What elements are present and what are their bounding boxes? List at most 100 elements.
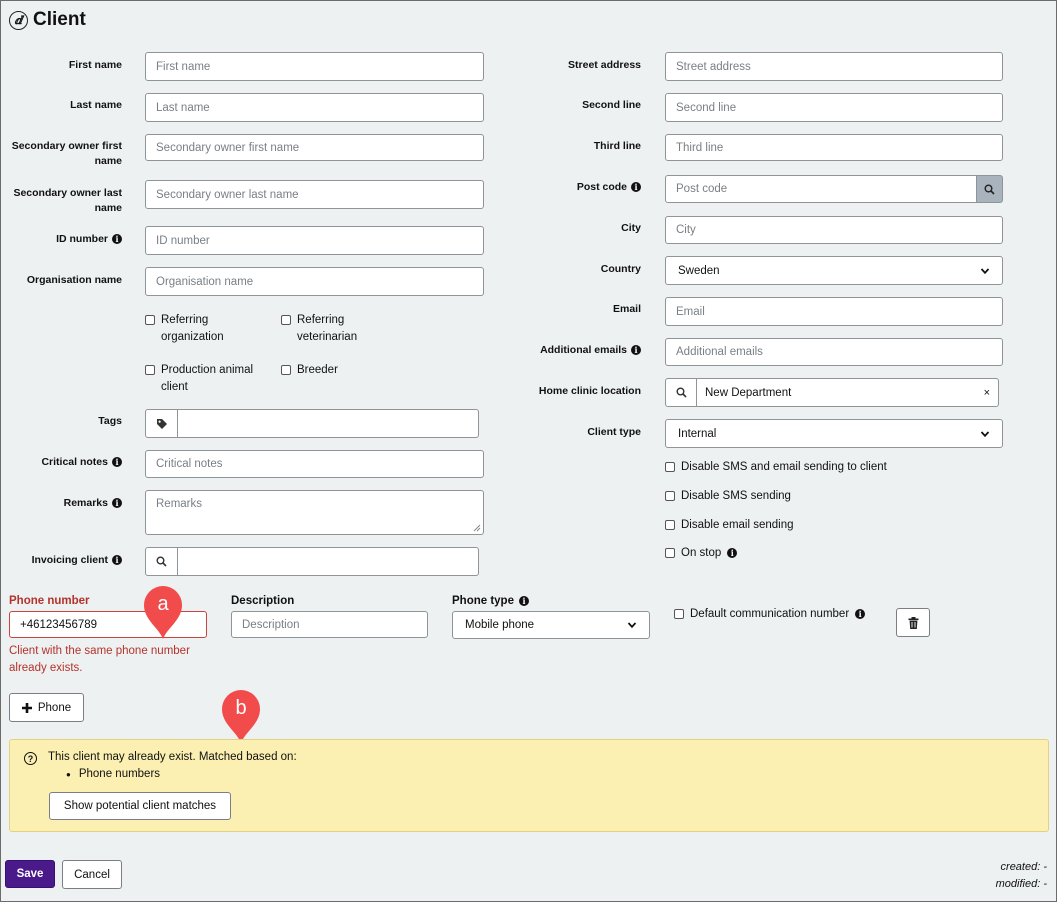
checkbox-box[interactable] bbox=[665, 462, 675, 472]
post-code-search-button[interactable] bbox=[976, 175, 1003, 203]
modified-meta: modified: - bbox=[995, 878, 1047, 890]
search-icon[interactable] bbox=[145, 547, 178, 576]
tag-icon bbox=[145, 409, 178, 438]
search-icon[interactable] bbox=[665, 378, 697, 407]
chevron-down-icon bbox=[980, 430, 990, 437]
last-name-input[interactable]: Last name bbox=[145, 93, 484, 122]
page-title: ⅆ Client bbox=[9, 9, 86, 31]
alert-message: This client may already exist. Matched b… bbox=[48, 751, 297, 763]
save-button[interactable]: Save bbox=[5, 860, 55, 888]
search-icon bbox=[984, 184, 995, 195]
referring-organization-checkbox[interactable]: Referring organization bbox=[145, 312, 265, 346]
checkbox-box[interactable] bbox=[665, 520, 675, 530]
post-code-input[interactable]: Post code bbox=[665, 175, 977, 203]
disable-email-checkbox[interactable]: Disable email sending bbox=[665, 517, 794, 534]
city-label: City bbox=[621, 222, 641, 234]
secondary-first-name-label: Secondary owner first name bbox=[11, 140, 122, 167]
client-type-select[interactable]: Internal bbox=[665, 419, 1003, 448]
production-animal-checkbox[interactable]: Production animal client bbox=[145, 362, 265, 396]
city-input[interactable]: City bbox=[665, 216, 1003, 244]
phone-number-label: Phone number bbox=[9, 595, 90, 607]
post-code-label: Post code i bbox=[507, 180, 641, 195]
third-line-label: Third line bbox=[593, 140, 641, 152]
organisation-name-label: Organisation name bbox=[26, 274, 122, 286]
info-icon[interactable]: i bbox=[855, 609, 866, 619]
annotation-marker-b-label: b bbox=[235, 697, 247, 719]
info-icon[interactable]: i bbox=[112, 457, 122, 467]
plus-icon bbox=[21, 702, 32, 713]
delete-phone-button[interactable] bbox=[896, 608, 930, 637]
additional-emails-label: Additional emails i bbox=[507, 343, 641, 358]
created-meta: created: - bbox=[1000, 861, 1047, 873]
info-icon[interactable]: i bbox=[631, 182, 641, 192]
organisation-name-input[interactable]: Organisation name bbox=[145, 267, 484, 296]
info-icon[interactable]: i bbox=[112, 498, 122, 508]
description-label: Description bbox=[231, 595, 295, 607]
remarks-label: Remarks i bbox=[8, 496, 122, 511]
bug-circle-icon: ⅆ bbox=[9, 10, 28, 30]
id-number-input[interactable]: ID number bbox=[145, 226, 484, 255]
email-input[interactable]: Email bbox=[665, 297, 1003, 326]
street-address-label: Street address bbox=[568, 59, 641, 71]
show-matches-button[interactable]: Show potential client matches bbox=[49, 792, 231, 820]
info-icon[interactable]: i bbox=[727, 548, 738, 558]
question-circle-icon: ? bbox=[24, 752, 37, 765]
default-communication-checkbox[interactable]: Default communication number i bbox=[674, 606, 866, 623]
invoicing-client-input[interactable] bbox=[177, 547, 479, 576]
checkbox-box[interactable] bbox=[145, 365, 155, 375]
info-icon[interactable]: i bbox=[518, 596, 529, 606]
email-label: Email bbox=[612, 303, 641, 315]
phone-type-select[interactable]: Mobile phone bbox=[452, 611, 650, 639]
checkbox-box[interactable] bbox=[665, 491, 675, 501]
info-icon[interactable]: i bbox=[112, 234, 122, 244]
breeder-checkbox[interactable]: Breeder bbox=[281, 362, 401, 379]
country-label: Country bbox=[600, 263, 641, 275]
secondary-last-name-input[interactable]: Secondary owner last name bbox=[145, 180, 484, 209]
page-title-text: Client bbox=[33, 9, 86, 30]
tags-label: Tags bbox=[98, 415, 122, 427]
secondary-last-name-label: Secondary owner last name bbox=[13, 187, 122, 214]
phone-error-message: Client with the same phone number alread… bbox=[9, 645, 190, 674]
chevron-down-icon bbox=[627, 622, 637, 629]
referring-veterinarian-checkbox[interactable]: Referring veterinarian bbox=[281, 312, 401, 346]
street-address-input[interactable]: Street address bbox=[665, 52, 1003, 81]
secondary-first-name-input[interactable]: Secondary owner first name bbox=[145, 134, 484, 161]
info-icon[interactable]: i bbox=[631, 345, 641, 355]
phone-type-label: Phone type i bbox=[452, 595, 529, 607]
cancel-button[interactable]: Cancel bbox=[62, 860, 122, 889]
checkbox-box[interactable] bbox=[674, 609, 684, 619]
third-line-input[interactable]: Third line bbox=[665, 134, 1003, 161]
additional-emails-input[interactable]: Additional emails bbox=[665, 338, 1003, 366]
clear-icon[interactable]: × bbox=[984, 387, 990, 399]
checkbox-box[interactable] bbox=[281, 365, 291, 375]
info-icon[interactable]: i bbox=[112, 555, 122, 565]
checkbox-box[interactable] bbox=[281, 315, 291, 325]
critical-notes-input[interactable]: Critical notes bbox=[145, 450, 484, 478]
checkbox-box[interactable] bbox=[665, 548, 675, 558]
home-clinic-input[interactable]: New Department × bbox=[696, 378, 999, 407]
add-phone-button[interactable]: Phone bbox=[9, 693, 84, 722]
critical-notes-label: Critical notes i bbox=[8, 455, 122, 470]
last-name-label: Last name bbox=[70, 99, 122, 111]
first-name-label: First name bbox=[68, 59, 122, 71]
second-line-input[interactable]: Second line bbox=[665, 93, 1003, 122]
on-stop-checkbox[interactable]: On stop i bbox=[665, 545, 738, 562]
invoicing-client-label: Invoicing client i bbox=[8, 553, 122, 568]
client-type-label: Client type bbox=[587, 426, 641, 438]
remarks-textarea[interactable]: Remarks bbox=[145, 490, 484, 535]
annotation-marker-a-label: a bbox=[157, 593, 169, 615]
checkbox-box[interactable] bbox=[145, 315, 155, 325]
alert-list-item: ● Phone numbers bbox=[66, 768, 161, 780]
tags-input[interactable] bbox=[177, 409, 479, 438]
country-select[interactable]: Sweden bbox=[665, 256, 1003, 285]
disable-sms-email-checkbox[interactable]: Disable SMS and email sending to client bbox=[665, 459, 887, 476]
id-number-label: ID number i bbox=[8, 232, 122, 247]
resize-handle-icon[interactable] bbox=[473, 524, 481, 532]
home-clinic-label: Home clinic location bbox=[538, 385, 641, 397]
description-input[interactable]: Description bbox=[231, 611, 428, 638]
trash-icon bbox=[908, 616, 918, 629]
first-name-input[interactable]: First name bbox=[145, 52, 484, 81]
second-line-label: Second line bbox=[582, 99, 641, 111]
disable-sms-checkbox[interactable]: Disable SMS sending bbox=[665, 488, 791, 505]
chevron-down-icon bbox=[980, 267, 990, 274]
